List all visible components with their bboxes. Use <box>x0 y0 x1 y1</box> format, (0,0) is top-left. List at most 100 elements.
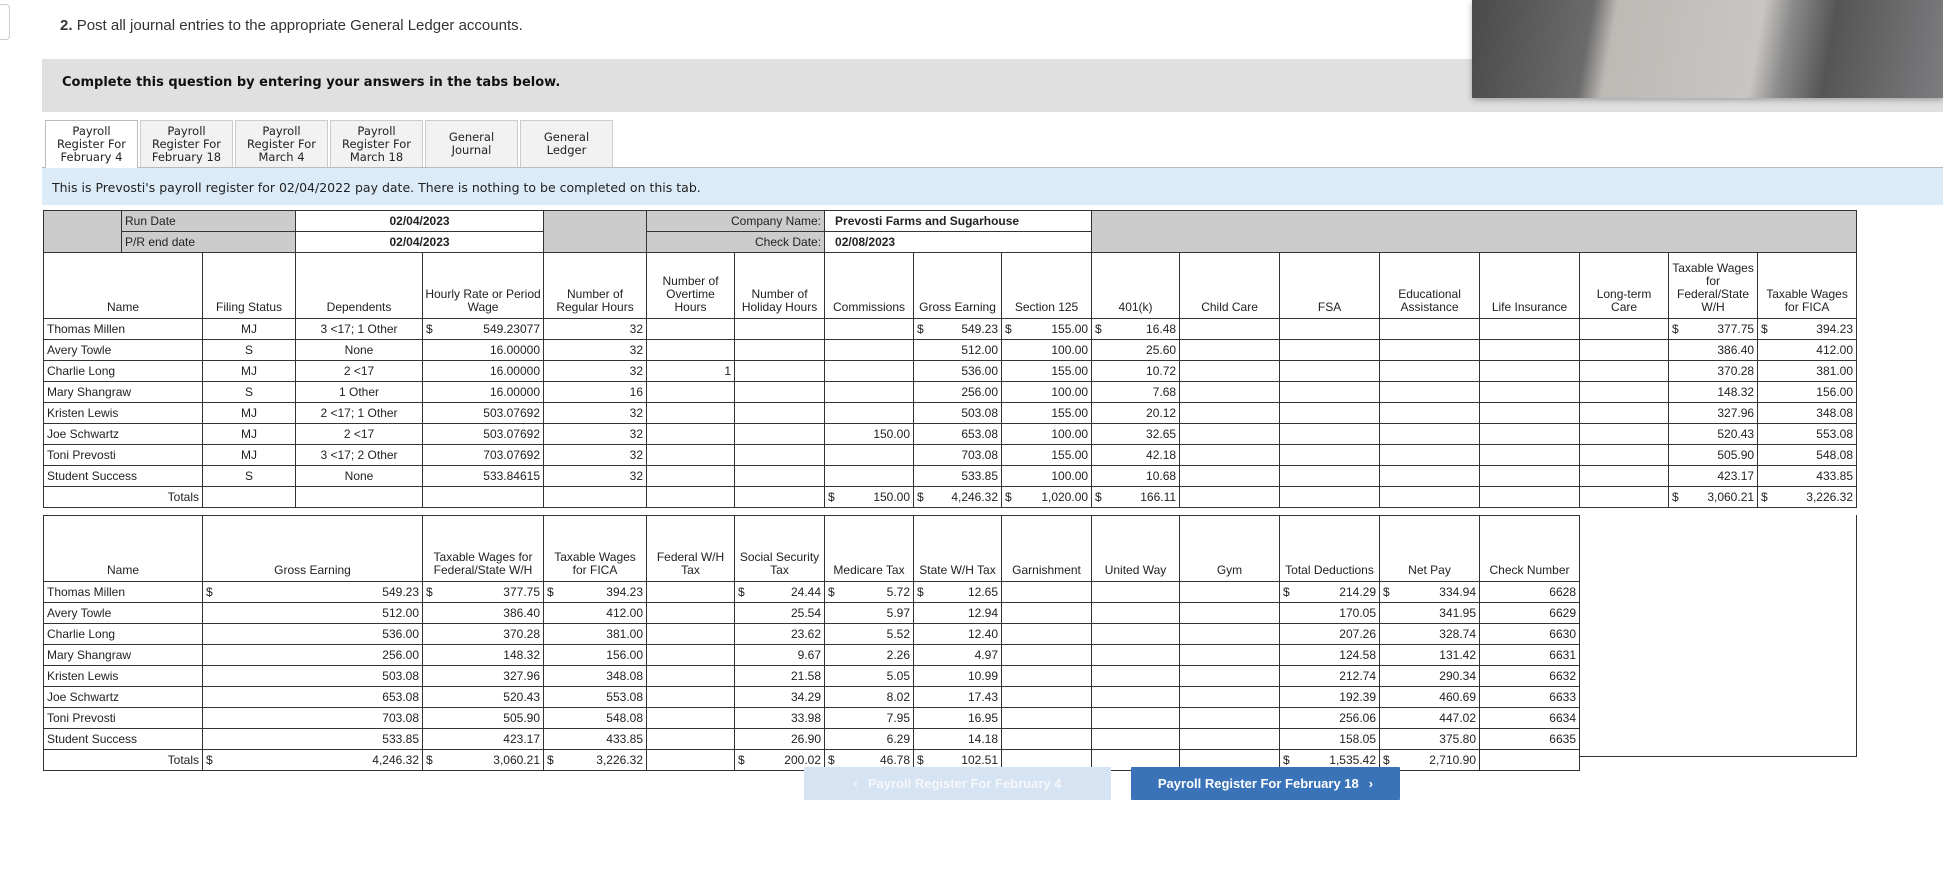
prev-tab-button[interactable]: ‹ Payroll Register For February 4 <box>804 767 1111 800</box>
cell-value: 9.67 <box>797 648 821 662</box>
cell-value: 533.84615 <box>483 469 541 483</box>
table-row: Charlie Long 536.00 370.28 381.00 23.62 5.52 1… <box>43 623 1580 645</box>
cell-gross-earning: 512.00 <box>202 602 423 624</box>
tab-payroll-register-for-march-4[interactable]: Payroll Register For March 4 <box>235 120 328 167</box>
cell-value: 102.51 <box>961 753 998 767</box>
cell-taxable-wages-for-fica: 433.85 <box>543 728 647 750</box>
cell-social-security-tax: 26.90 <box>734 728 825 750</box>
cell-value: Thomas Millen <box>47 322 126 336</box>
cell-value: 32 <box>629 469 644 483</box>
cell-state-w-h-tax: 10.99 <box>913 665 1002 687</box>
cell-fsa <box>1279 318 1381 340</box>
cell-total-deductions: 158.05 <box>1279 728 1380 750</box>
cell-value: 4.97 <box>974 648 998 662</box>
cell-value: 536.00 <box>961 364 999 378</box>
col-header-name: Name <box>43 252 203 319</box>
cell-social-security-tax: 25.54 <box>734 602 825 624</box>
cell-section-125: 100.00 <box>1001 465 1093 487</box>
cell-number-of-overtime-hours <box>646 318 736 340</box>
cell-taxable-wages-for-federal-state-w-h: 520.43 <box>422 686 544 708</box>
cell-garnishment <box>1001 686 1092 708</box>
cell-number-of-regular-hours: 32 <box>543 360 648 382</box>
cell-value: 1,535.42 <box>1329 753 1376 767</box>
table-row: Mary Shangraw 256.00 148.32 156.00 9.67 2.26 4… <box>43 644 1580 666</box>
total-number-of-holiday-hours <box>734 486 826 508</box>
cell-value: 327.96 <box>503 669 540 683</box>
cell-state-w-h-tax: 17.43 <box>913 686 1002 708</box>
cell-value: 334.94 <box>1439 585 1476 599</box>
cell-value: 256.06 <box>1339 711 1376 725</box>
side-panel-handle[interactable] <box>0 4 10 40</box>
cell-gross-earning: 653.08 <box>913 423 1003 445</box>
cell-gym <box>1179 707 1280 729</box>
tab-general-ledger[interactable]: General Ledger <box>520 120 613 167</box>
info-text: This is Prevosti's payroll register for … <box>52 180 701 195</box>
cell-federal-w-h-tax <box>646 644 735 666</box>
cell-medicare-tax: 5.52 <box>824 623 914 645</box>
cell-dependents: 2 <17 <box>295 360 424 382</box>
col-header-federal-w-h-tax: Federal W/H Tax <box>646 515 735 582</box>
cell-social-security-tax: 9.67 <box>734 644 825 666</box>
table-row: Kristen Lewis 503.08 327.96 348.08 21.58 5.05… <box>43 665 1580 687</box>
cell-total-deductions: 124.58 <box>1279 644 1380 666</box>
cell-name: Student Success <box>43 728 203 750</box>
cell-value: 214.29 <box>1339 585 1376 599</box>
cell-value: 2.26 <box>886 648 910 662</box>
cell-check-number: 6634 <box>1479 707 1580 729</box>
cell-value: 5.05 <box>886 669 910 683</box>
cell-fsa <box>1279 339 1381 361</box>
cell-federal-w-h-tax <box>646 623 735 645</box>
cell-name: Toni Prevosti <box>43 444 203 466</box>
cell-number-of-regular-hours: 32 <box>543 318 648 340</box>
cell-check-number: 6633 <box>1479 686 1580 708</box>
tab-payroll-register-for-february-4[interactable]: Payroll Register For February 4 <box>45 120 138 168</box>
prev-tab-label: Payroll Register For February 4 <box>867 776 1062 791</box>
tab-general-journal[interactable]: General Journal <box>425 120 518 167</box>
cell-value: 32 <box>629 364 644 378</box>
cell-value: 1 <box>724 364 732 378</box>
cell-section-125: 155.00 <box>1001 360 1093 382</box>
cell-taxable-wages-for-federal-state-w-h: 505.90 <box>422 707 544 729</box>
table-row: Kristen Lewis MJ 2 <17; 1 Other 503.07692 32… <box>43 402 1857 424</box>
cell-gross-earning: 653.08 <box>202 686 423 708</box>
table-row: Avery Towle 512.00 386.40 412.00 25.54 5.97 12… <box>43 602 1580 624</box>
tab-payroll-register-for-february-18[interactable]: Payroll Register For February 18 <box>140 120 233 167</box>
cell-educational-assistance <box>1379 318 1481 340</box>
cell-filing-status: MJ <box>201 402 297 424</box>
col-header-total-deductions: Total Deductions <box>1279 515 1380 582</box>
col-header-child-care: Child Care <box>1179 252 1281 319</box>
cell-net-pay: 131.42 <box>1379 644 1480 666</box>
cell-federal-w-h-tax <box>646 602 735 624</box>
cell-value: 100.00 <box>1051 469 1089 483</box>
table-row: Thomas Millen MJ 3 <17; 1 Other $549.23077 3… <box>43 318 1857 340</box>
cell-taxable-wages-for-federal-state-w-h: 148.32 <box>1668 381 1759 403</box>
cell-name: Charlie Long <box>43 623 203 645</box>
cell-value: Student Success <box>47 469 138 483</box>
cell-value: 503.07692 <box>483 406 541 420</box>
currency-symbol: $ <box>917 585 924 599</box>
cell-value: 7.95 <box>886 711 910 725</box>
cell-value: 10.99 <box>967 669 998 683</box>
tab-payroll-register-for-march-18[interactable]: Payroll Register For March 18 <box>330 120 423 167</box>
col-header-social-security-tax: Social Security Tax <box>734 515 825 582</box>
cell-value: MJ <box>241 448 257 462</box>
cell-value: 256.00 <box>961 385 999 399</box>
cell-dependents: 3 <17; 1 Other <box>295 318 424 340</box>
cell-number-of-overtime-hours: 1 <box>646 360 736 382</box>
next-tab-button[interactable]: Payroll Register For February 18 › <box>1131 767 1400 800</box>
cell-total-deductions: 256.06 <box>1279 707 1380 729</box>
cell-value: 166.11 <box>1140 490 1177 504</box>
cell-child-care <box>1179 444 1281 466</box>
cell-number-of-overtime-hours <box>646 423 736 445</box>
cell-value: 5.52 <box>886 627 910 641</box>
cell-social-security-tax: 34.29 <box>734 686 825 708</box>
table-row: Avery Towle S None 16.00000 32 512.00 100.00 25… <box>43 339 1857 361</box>
currency-symbol: $ <box>1383 585 1390 599</box>
pr-end-date-value: 02/04/2023 <box>295 231 545 253</box>
cell-value: 5.97 <box>886 606 910 620</box>
next-tab-label: Payroll Register For February 18 <box>1157 776 1359 791</box>
cell-value: Toni Prevosti <box>47 711 116 725</box>
col-header-taxable-wages-for-fica: Taxable Wages for FICA <box>543 515 647 582</box>
cell-dependents: None <box>295 465 424 487</box>
cell-filing-status: S <box>201 381 297 403</box>
